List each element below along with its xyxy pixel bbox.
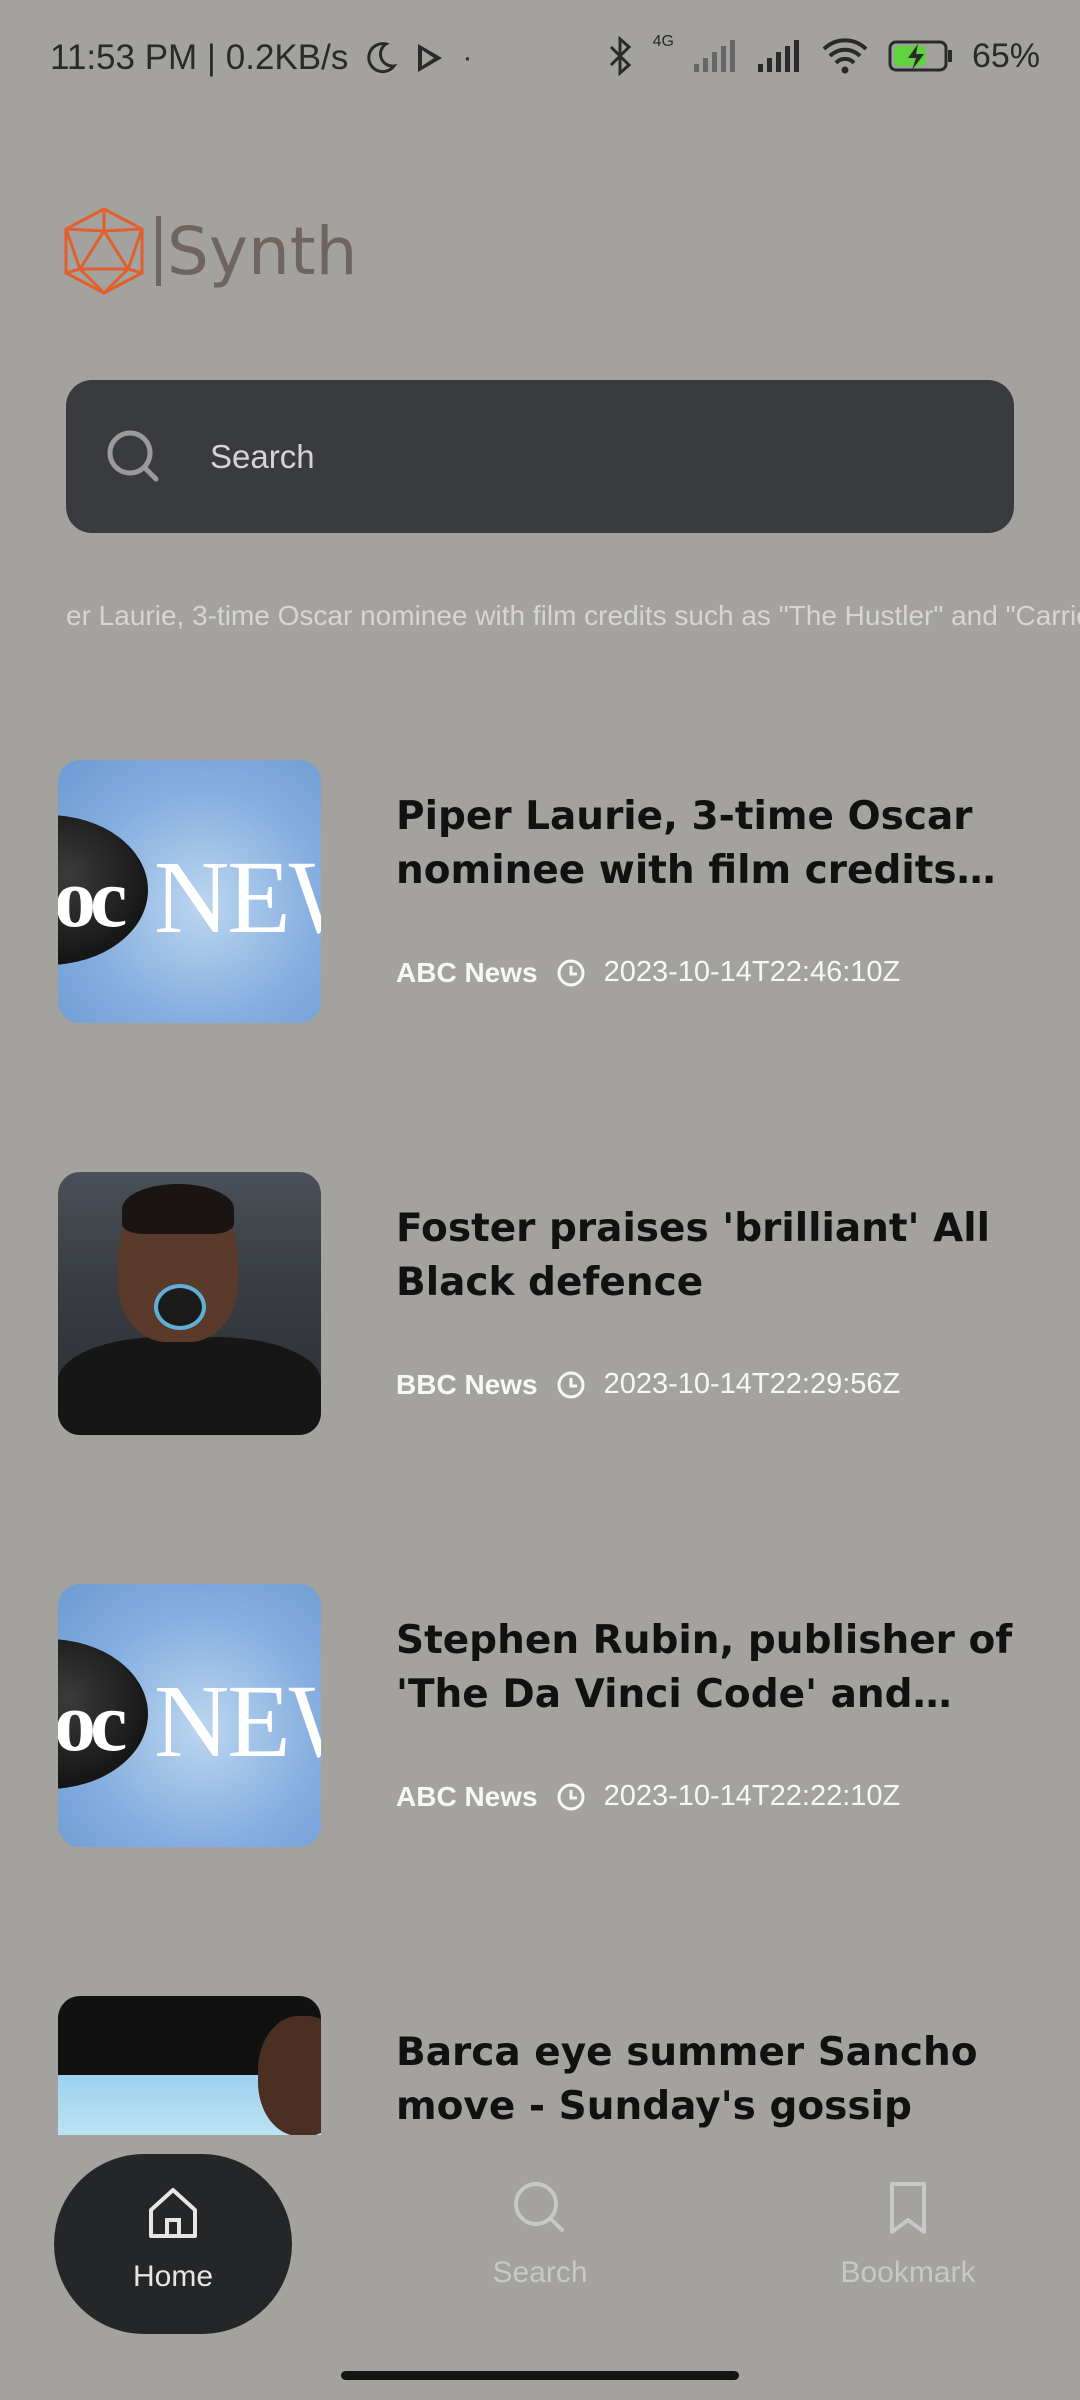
article-title: Piper Laurie, 3-time Oscar nominee with …	[396, 794, 973, 893]
article-meta: ABC News 2023-10-14T22:46:10Z	[396, 956, 900, 989]
bluetooth-icon	[609, 36, 631, 76]
nav-bookmark-label: Bookmark	[840, 2256, 976, 2289]
status-time: 11:53 PM | 0.2KB/s	[50, 38, 349, 77]
jersey	[58, 1337, 321, 1435]
news-item[interactable]: Foster praises 'brilliant' All Black def…	[0, 1172, 1080, 1437]
article-time: 2023-10-14T22:22:10Z	[603, 1780, 901, 1812]
news-item[interactable]: Barca eye summer Sancho move - Sunday's …	[0, 1996, 1080, 2135]
logo-divider	[156, 216, 161, 286]
article-source: BBC News	[396, 1368, 538, 1400]
search-bar[interactable]: Search	[66, 380, 1014, 533]
search-icon	[107, 430, 159, 481]
article-thumbnail	[58, 1172, 321, 1435]
article-meta: BBC News 2023-10-14T22:29:56Z	[396, 1368, 900, 1401]
mouthguard	[154, 1284, 206, 1330]
battery-icon	[888, 40, 952, 72]
article-thumbnail: oc NEW	[58, 1584, 321, 1847]
status-bar: 11:53 PM | 0.2KB/s · 4G 65%	[0, 0, 1080, 120]
nav-search[interactable]: Search	[420, 2150, 660, 2330]
article-thumbnail	[58, 1996, 321, 2135]
article-title: Foster praises 'brilliant' All Black def…	[396, 1206, 990, 1305]
battery-percent: 65%	[971, 36, 1040, 75]
nav-home-label: Home	[132, 2260, 214, 2293]
article-title: Stephen Rubin, publisher of 'The Da Vinc…	[396, 1618, 1013, 1717]
dot-icon: ·	[462, 41, 473, 74]
headline-ticker: er Laurie, 3-time Oscar nominee with fil…	[66, 600, 1080, 631]
article-title: Barca eye summer Sancho move - Sunday's …	[396, 2030, 978, 2129]
article-thumbnail: oc NEW	[58, 760, 321, 1023]
player-hair	[122, 1184, 234, 1234]
clock-icon	[557, 959, 585, 986]
article-meta: ABC News 2023-10-14T22:22:10Z	[396, 1780, 900, 1813]
network-tag: 4G	[652, 33, 674, 50]
app-logo: Synth	[62, 205, 358, 297]
signal-icon-2	[757, 40, 799, 72]
search-icon	[514, 2182, 564, 2232]
abc-logo-letters: oc	[58, 1676, 127, 1769]
gesture-home-bar[interactable]	[341, 2371, 739, 2380]
app-name: Synth	[167, 212, 358, 290]
status-left: 11:53 PM | 0.2KB/s ·	[50, 38, 472, 78]
article-source: ABC News	[396, 956, 538, 988]
status-right: 4G 65%	[605, 33, 1040, 76]
icosahedron-logo-icon	[64, 207, 144, 295]
player-head	[258, 2016, 321, 2135]
search-input[interactable]: Search	[210, 438, 315, 476]
signal-icon-1	[693, 40, 735, 72]
play-store-icon	[418, 44, 443, 72]
clock-icon	[557, 1783, 585, 1810]
article-time: 2023-10-14T22:29:56Z	[603, 1368, 901, 1400]
home-icon	[149, 2188, 197, 2238]
thumb-text: NEW	[154, 840, 321, 955]
thumb-text: NEW	[154, 1664, 321, 1779]
bottom-nav: Home Search Bookmark	[0, 2150, 1080, 2350]
nav-home[interactable]: Home	[54, 2154, 292, 2334]
news-list: oc NEW Piper Laurie, 3-time Oscar nomine…	[0, 760, 1080, 2135]
wifi-icon	[822, 38, 868, 74]
clock-icon	[557, 1371, 585, 1398]
article-source: ABC News	[396, 1780, 538, 1812]
article-time: 2023-10-14T22:46:10Z	[603, 956, 901, 988]
bookmark-icon	[890, 2182, 926, 2234]
moon-icon	[367, 42, 398, 74]
news-item[interactable]: oc NEW Stephen Rubin, publisher of 'The …	[0, 1584, 1080, 1849]
nav-bookmark[interactable]: Bookmark	[788, 2150, 1028, 2330]
news-item[interactable]: oc NEW Piper Laurie, 3-time Oscar nomine…	[0, 760, 1080, 1025]
abc-logo-letters: oc	[58, 852, 127, 945]
nav-search-label: Search	[492, 2256, 588, 2289]
